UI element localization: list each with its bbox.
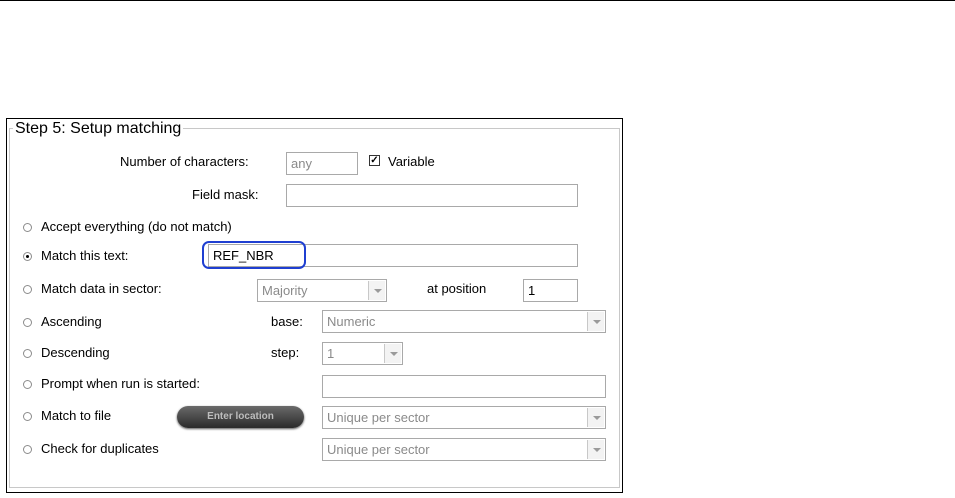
prompt-radio[interactable]	[23, 380, 32, 389]
position-label: at position	[427, 281, 487, 296]
chevron-down-icon	[587, 440, 604, 459]
chevron-down-icon	[368, 281, 385, 300]
sector-select-value: Majority	[262, 283, 308, 298]
match-text-label: Match this text:	[41, 248, 129, 263]
field-mask-label: Field mask:	[192, 187, 259, 202]
base-select-value: Numeric	[327, 314, 376, 329]
field-mask-input[interactable]	[286, 184, 578, 207]
variable-label: Variable	[388, 154, 435, 169]
descending-radio[interactable]	[23, 349, 32, 358]
panel-title: Step 5: Setup matching	[13, 119, 184, 139]
duplicates-label: Check for duplicates	[41, 441, 159, 456]
match-file-radio[interactable]	[23, 412, 32, 421]
step-select-value: 1	[327, 346, 335, 361]
prompt-input[interactable]	[322, 375, 606, 398]
match-file-label: Match to file	[41, 408, 112, 423]
prompt-label: Prompt when run is started:	[41, 376, 200, 391]
top-rule	[0, 0, 955, 1]
highlight-annotation	[202, 241, 306, 269]
step-select[interactable]: 1	[322, 342, 403, 365]
step-label: step:	[271, 345, 300, 360]
ascending-radio[interactable]	[23, 318, 32, 327]
descending-label: Descending	[41, 345, 110, 360]
duplicates-radio[interactable]	[23, 445, 32, 454]
duplicates-select-value: Unique per sector	[327, 442, 430, 457]
variable-checkbox[interactable]: ✓	[369, 155, 380, 166]
accept-everything-radio[interactable]	[23, 223, 32, 232]
match-text-radio[interactable]	[23, 252, 32, 261]
enter-location-button[interactable]: Enter location	[177, 406, 304, 428]
num-chars-label: Number of characters:	[120, 154, 249, 169]
match-file-select-value: Unique per sector	[327, 410, 430, 425]
sector-select[interactable]: Majority	[257, 279, 387, 302]
match-file-select[interactable]: Unique per sector	[322, 406, 606, 429]
chevron-down-icon	[384, 344, 401, 363]
base-select[interactable]: Numeric	[322, 310, 606, 333]
fieldset-border	[9, 128, 620, 488]
duplicates-select[interactable]: Unique per sector	[322, 438, 606, 461]
position-input[interactable]: 1	[523, 279, 578, 302]
match-sector-radio[interactable]	[23, 285, 32, 294]
chevron-down-icon	[587, 312, 604, 331]
accept-everything-label: Accept everything (do not match)	[41, 219, 232, 234]
base-label: base:	[271, 314, 303, 329]
num-chars-input[interactable]: any	[286, 152, 358, 175]
chevron-down-icon	[587, 408, 604, 427]
ascending-label: Ascending	[41, 314, 102, 329]
match-sector-label: Match data in sector:	[41, 281, 162, 296]
